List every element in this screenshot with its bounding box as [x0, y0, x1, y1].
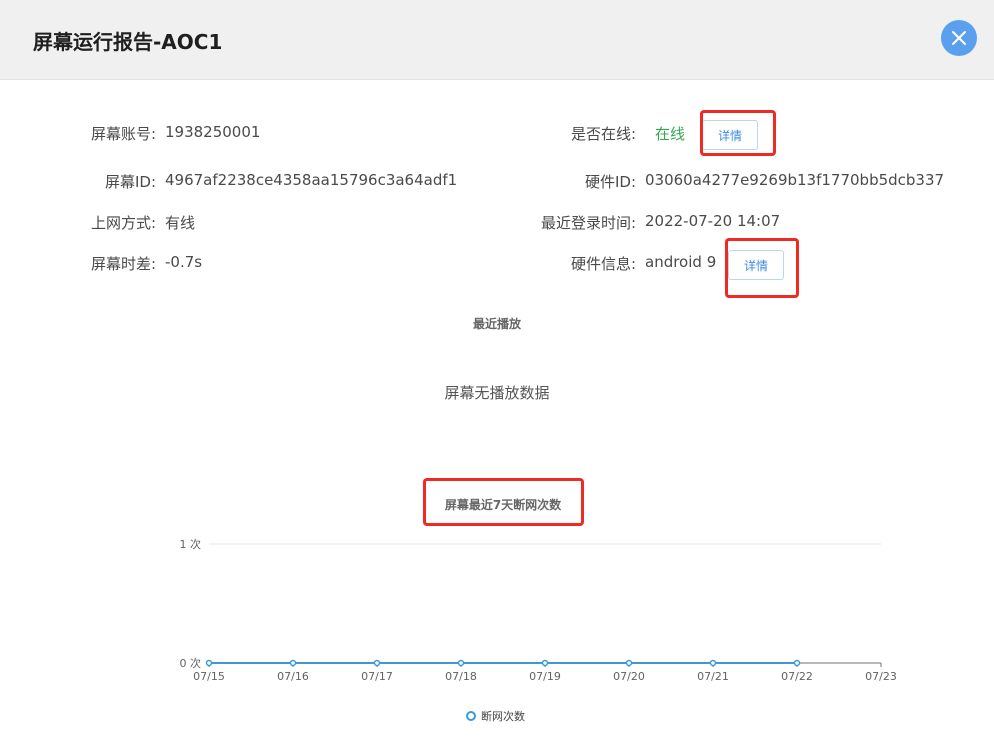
hardware-detail-button[interactable]: 详情 [728, 250, 784, 280]
data-point[interactable] [625, 659, 633, 667]
network-value: 有线 [165, 214, 196, 232]
y-tick-label: 0 次 [180, 656, 202, 670]
dialog-header: 屏幕运行报告-AOC1 [0, 0, 994, 80]
data-point[interactable] [709, 659, 717, 667]
hardware-info-value: android 9 [645, 253, 717, 271]
data-point[interactable] [457, 659, 465, 667]
data-point[interactable] [289, 659, 297, 667]
last-login-label: 最近登录时间: [540, 214, 636, 232]
x-tick-label: 07/20 [613, 670, 645, 683]
screen-id-label: 屏幕ID: [104, 173, 156, 191]
empty-play-message: 屏幕无播放数据 [444, 384, 550, 402]
recent-play-title: 最近播放 [472, 317, 521, 331]
legend-marker [466, 711, 476, 721]
online-label: 是否在线: [570, 125, 636, 143]
x-tick-label: 07/19 [529, 670, 561, 683]
legend-label: 断网次数 [481, 710, 525, 723]
data-point[interactable] [541, 659, 549, 667]
account-label: 屏幕账号: [90, 125, 156, 143]
network-label: 上网方式: [90, 214, 156, 232]
hardware-id-value: 03060a4277e9269b13f1770bb5dcb337 [645, 171, 945, 189]
data-point[interactable] [205, 659, 213, 667]
x-tick-label: 07/22 [781, 670, 813, 683]
x-tick-label: 07/21 [697, 670, 729, 683]
x-tick-label: 07/18 [445, 670, 477, 683]
close-button[interactable] [941, 20, 977, 56]
data-point[interactable] [373, 659, 381, 667]
hardware-id-label: 硬件ID: [584, 173, 636, 191]
account-value: 1938250001 [165, 123, 261, 141]
screen-id-value: 4967af2238ce4358aa15796c3a64adf1 [165, 171, 458, 189]
chart-title: 屏幕最近7天断网次数 [444, 498, 562, 512]
close-icon [952, 31, 966, 45]
x-tick-label: 07/16 [277, 670, 309, 683]
disconnect-chart: 0 次 1 次 07/15 07/16 07/17 07/18 07/19 07/20 07/2… [180, 537, 897, 683]
time-diff-label: 屏幕时差: [90, 255, 156, 273]
y-tick-label: 1 次 [180, 537, 202, 551]
dialog-title: 屏幕运行报告-AOC1 [33, 30, 223, 54]
hardware-info-label: 硬件信息: [570, 255, 636, 273]
chart-legend[interactable]: 断网次数 [466, 708, 525, 724]
time-diff-value: -0.7s [165, 253, 203, 271]
x-tick-label: 07/15 [193, 670, 225, 683]
data-point[interactable] [793, 659, 801, 667]
last-login-value: 2022-07-20 14:07 [645, 212, 781, 230]
online-detail-button[interactable]: 详情 [702, 120, 758, 150]
online-status: 在线 [655, 125, 686, 143]
x-tick-label: 07/17 [361, 670, 393, 683]
x-tick-label: 07/23 [865, 670, 897, 683]
